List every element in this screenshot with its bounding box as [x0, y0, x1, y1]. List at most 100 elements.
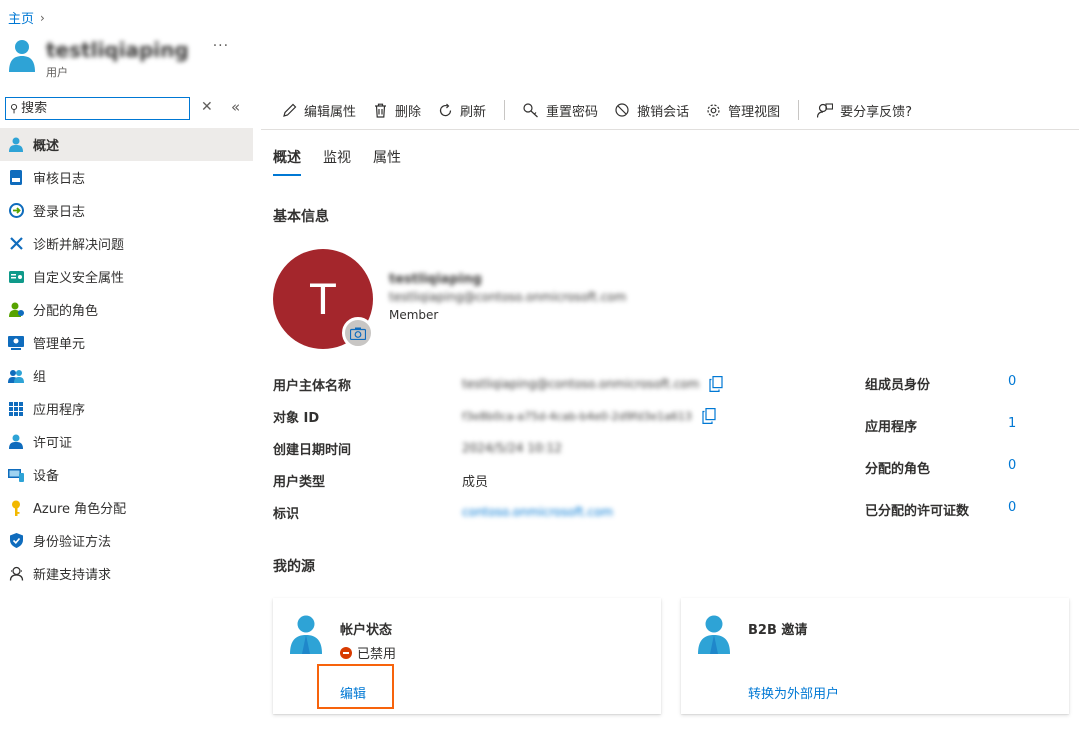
sidebar-item-custom-security[interactable]: 自定义安全属性 — [0, 260, 253, 293]
user-email: testliqiaping@contoso.onmicrosoft.com — [389, 290, 627, 304]
user-icon — [9, 40, 35, 72]
more-options-icon[interactable]: ··· — [213, 38, 229, 54]
property-value: testliqiaping@contoso.onmicrosoft.com — [462, 376, 723, 392]
sidebar-item-new-support-request[interactable]: 新建支持请求 — [0, 557, 253, 590]
collapse-sidebar-icon[interactable]: « — [231, 98, 240, 116]
clear-search-icon[interactable]: ✕ — [201, 99, 213, 115]
sidebar-item-label: 概述 — [33, 139, 60, 154]
stat-label: 已分配的许可证数 — [865, 504, 970, 519]
tab-properties[interactable]: 属性 — [373, 147, 401, 176]
edit-account-status-link[interactable]: 编辑 — [340, 683, 366, 702]
property-value: 2024/5/24 10:12 — [462, 441, 562, 455]
assigned-roles-icon — [8, 302, 24, 318]
stat-label: 应用程序 — [865, 420, 918, 435]
delete-label: 删除 — [395, 104, 422, 120]
user-icon — [8, 137, 24, 153]
feedback-icon — [817, 102, 834, 118]
property-label: 用户类型 — [273, 474, 326, 490]
stat-row: 组成员身份 0 — [865, 374, 1065, 394]
revoke-sessions-label: 撤销会话 — [637, 104, 690, 120]
change-photo-button[interactable] — [342, 317, 374, 349]
property-value: f3e8b0ca-a75d-4cab-b4e0-2d9fd3e1a613 — [462, 408, 716, 424]
sidebar-item-label: 许可证 — [33, 436, 73, 451]
reset-password-button[interactable]: 重置密码 — [523, 101, 598, 120]
copy-icon[interactable] — [702, 408, 716, 424]
status-badge: 已禁用 — [340, 643, 396, 662]
page-subtitle: 用户 — [46, 66, 68, 79]
sidebar-item-azure-role-assignments[interactable]: Azure 角色分配 — [0, 491, 253, 524]
edit-properties-label: 编辑属性 — [304, 104, 357, 120]
sidebar-item-label: 分配的角色 — [33, 304, 99, 319]
sidebar-item-admin-units[interactable]: 管理单元 — [0, 326, 253, 359]
group-memberships-link[interactable]: 0 — [1008, 374, 1016, 389]
sidebar-item-diagnose[interactable]: 诊断并解决问题 — [0, 227, 253, 260]
revoke-sessions-button[interactable]: 撤销会话 — [614, 101, 689, 120]
property-label: 对象 ID — [273, 410, 320, 426]
admin-units-icon — [8, 335, 24, 351]
sidebar-item-assigned-roles[interactable]: 分配的角色 — [0, 293, 253, 326]
property-label: 用户主体名称 — [273, 378, 352, 394]
breadcrumb-home-link[interactable]: 主页 — [8, 8, 34, 27]
sidebar-item-audit-logs[interactable]: 审核日志 — [0, 161, 253, 194]
applications-link[interactable]: 1 — [1008, 416, 1016, 431]
sidebar-item-label: 自定义安全属性 — [33, 271, 125, 286]
identities-link[interactable]: contoso.onmicrosoft.com — [462, 505, 613, 519]
property-label: 标识 — [273, 506, 300, 522]
property-value: contoso.onmicrosoft.com — [462, 505, 613, 519]
apps-grid-icon — [8, 401, 24, 417]
page-header: testliqiaping ··· 用户 — [8, 38, 229, 80]
manage-view-label: 管理视图 — [728, 104, 781, 120]
sidebar-item-label: 应用程序 — [33, 403, 86, 418]
assigned-licenses-link[interactable]: 0 — [1008, 500, 1016, 515]
object-id-value: f3e8b0ca-a75d-4cab-b4e0-2d9fd3e1a613 — [462, 409, 692, 423]
tab-monitoring[interactable]: 监视 — [323, 147, 351, 176]
user-icon — [290, 615, 322, 654]
refresh-label: 刷新 — [460, 104, 487, 120]
chevron-right-icon: › — [40, 10, 45, 25]
refresh-button[interactable]: 刷新 — [437, 101, 486, 120]
breadcrumb: 主页 › — [8, 8, 45, 28]
sidebar-item-applications[interactable]: 应用程序 — [0, 392, 253, 425]
sidebar-item-devices[interactable]: 设备 — [0, 458, 253, 491]
feedback-button[interactable]: 要分享反馈? — [817, 101, 912, 120]
gear-icon — [705, 102, 721, 118]
sidebar-item-groups[interactable]: 组 — [0, 359, 253, 392]
account-status-title: 帐户状态 — [340, 623, 393, 638]
tab-overview[interactable]: 概述 — [273, 147, 301, 176]
sidebar-item-label: 诊断并解决问题 — [33, 238, 125, 253]
sidebar-item-sign-in-logs[interactable]: 登录日志 — [0, 194, 253, 227]
stat-row: 已分配的许可证数 0 — [865, 500, 1065, 520]
toolbar-underline — [261, 129, 1079, 130]
assigned-roles-link[interactable]: 0 — [1008, 458, 1016, 473]
property-value: 成员 — [462, 471, 488, 490]
delete-button[interactable]: 删除 — [372, 101, 421, 120]
search-input[interactable] — [21, 101, 172, 116]
user-type-value: 成员 — [462, 474, 489, 490]
property-label: 创建日期时间 — [273, 442, 352, 458]
b2b-invitation-card: B2B 邀请 转换为外部用户 — [681, 598, 1069, 714]
security-attributes-icon — [8, 269, 24, 285]
stat-label: 组成员身份 — [865, 378, 931, 393]
copy-icon[interactable] — [709, 376, 723, 392]
profile-summary: testliqiaping testliqiaping@contoso.onmi… — [389, 272, 626, 322]
disabled-icon — [340, 646, 352, 659]
pencil-icon — [281, 102, 297, 118]
basic-info-title: 基本信息 — [273, 209, 329, 225]
sidebar-item-label: 设备 — [33, 469, 60, 484]
created-datetime-value: 2024/5/24 10:12 — [462, 441, 562, 455]
account-status-card: 帐户状态 已禁用 编辑 — [273, 598, 661, 714]
support-icon — [8, 566, 24, 582]
toolbar-divider — [504, 100, 506, 120]
manage-view-button[interactable]: 管理视图 — [705, 101, 780, 120]
stat-row: 分配的角色 0 — [865, 458, 1065, 478]
status-text: 已禁用 — [357, 647, 397, 662]
sidebar-item-overview[interactable]: 概述 — [0, 128, 253, 161]
sidebar-item-auth-methods[interactable]: 身份验证方法 — [0, 524, 253, 557]
sidebar-item-label: 登录日志 — [33, 205, 86, 220]
key-search-icon — [523, 102, 539, 118]
sidebar-item-licenses[interactable]: 许可证 — [0, 425, 253, 458]
edit-properties-button[interactable]: 编辑属性 — [281, 101, 356, 120]
convert-to-external-link[interactable]: 转换为外部用户 — [748, 683, 839, 702]
upn-value: testliqiaping@contoso.onmicrosoft.com — [462, 377, 700, 391]
feedback-label: 要分享反馈? — [840, 104, 912, 120]
